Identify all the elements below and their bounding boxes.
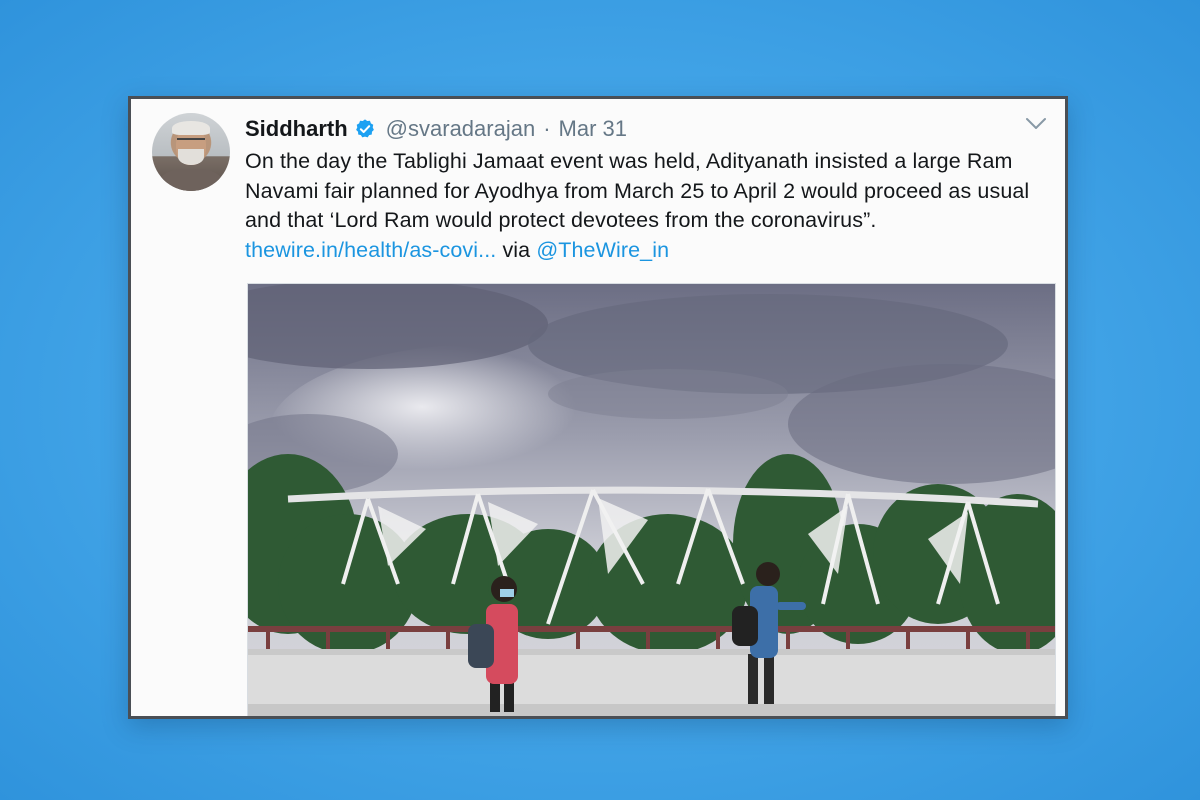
author-handle[interactable]: @svaradarajan [386,116,536,142]
chevron-down-icon[interactable] [1025,117,1047,131]
avatar-hair [172,121,210,135]
tweet-photo[interactable] [247,283,1056,716]
mention-link[interactable]: @TheWire_in [536,238,669,262]
author-name[interactable]: Siddharth [245,116,348,142]
avatar-glasses [177,138,205,146]
avatar-body [160,169,222,191]
photo-scene [248,284,1055,716]
tweet-card[interactable]: Siddharth @svaradarajan · Mar 31 On the … [128,96,1068,719]
author-avatar[interactable] [152,113,230,191]
tweet-text: On the day the Tablighi Jamaat event was… [245,147,1057,265]
tweet-link[interactable]: thewire.in/health/as-covi... [245,238,496,262]
via-label: via [502,237,531,262]
tweet-body: On the day the Tablighi Jamaat event was… [245,149,1030,232]
tweet-header: Siddharth @svaradarajan · Mar 31 [245,113,627,145]
header-separator: · [543,116,551,141]
avatar-beard [178,149,204,165]
tweet-date[interactable]: Mar 31 [559,116,627,142]
verified-badge-icon [354,118,376,140]
